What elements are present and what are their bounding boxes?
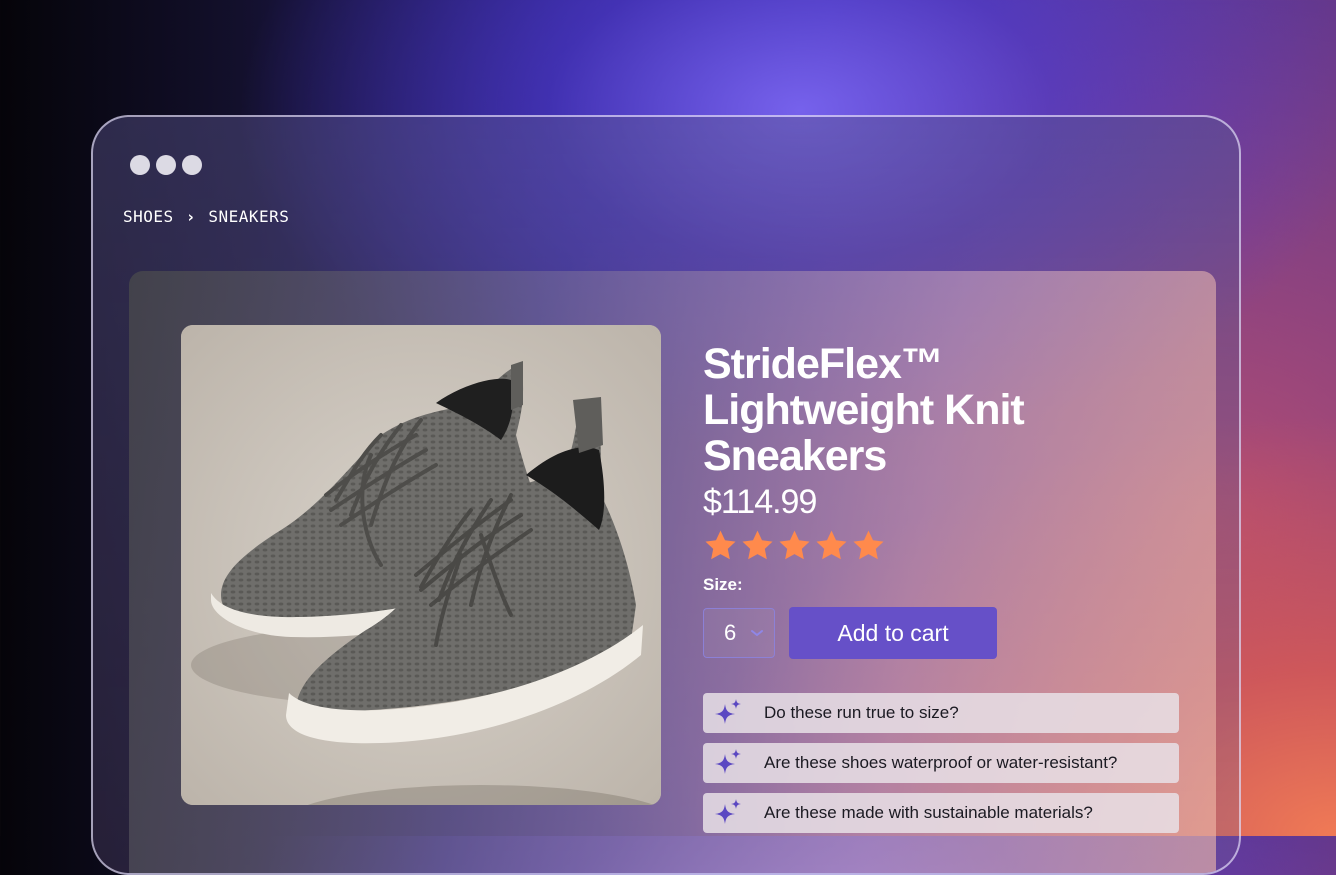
product-info: StrideFlex™ Lightweight Knit Sneakers $1… [703,341,1183,833]
star-icon [779,530,810,560]
star-icon [816,530,847,560]
product-card: StrideFlex™ Lightweight Knit Sneakers $1… [129,271,1216,873]
question-chip[interactable]: Are these made with sustainable material… [703,793,1179,833]
sparkle-icon [715,699,741,724]
size-label: Size: [703,575,743,594]
question-text: Do these run true to size? [764,703,959,722]
star-icon [705,530,736,560]
window-dot-close[interactable] [130,155,150,175]
breadcrumb-item-shoes[interactable]: SHOES [123,207,174,226]
question-chip[interactable]: Are these shoes waterproof or water-resi… [703,743,1179,783]
window-dot-minimize[interactable] [156,155,176,175]
product-title: StrideFlex™ Lightweight Knit Sneakers [703,340,1025,480]
chevron-right-icon: › [187,207,195,226]
browser-window: SHOES › SNEAKERS StrideFlex™ Lightweight… [91,115,1241,875]
rating-stars [703,528,1183,563]
suggested-questions: Do these run true to size? Are these sho… [703,693,1183,833]
chevron-down-icon [751,630,763,637]
question-text: Are these made with sustainable material… [764,803,1093,822]
product-price: $114.99 [703,483,817,521]
sneaker-illustration [181,325,661,805]
size-select[interactable]: 6 [703,608,775,658]
purchase-controls: 6 Add to cart [703,607,1183,659]
window-dot-maximize[interactable] [182,155,202,175]
size-select-value: 6 [724,620,737,645]
breadcrumb: SHOES › SNEAKERS [123,207,289,226]
star-icon [742,530,773,560]
window-controls [130,155,202,175]
question-chip[interactable]: Do these run true to size? [703,693,1179,733]
question-text: Are these shoes waterproof or water-resi… [764,753,1118,772]
product-image[interactable] [181,325,661,805]
breadcrumb-item-sneakers[interactable]: SNEAKERS [208,207,289,226]
sparkle-icon [715,749,741,774]
sparkle-icon [715,799,741,824]
add-to-cart-button[interactable]: Add to cart [789,607,997,659]
star-icon [853,530,884,560]
